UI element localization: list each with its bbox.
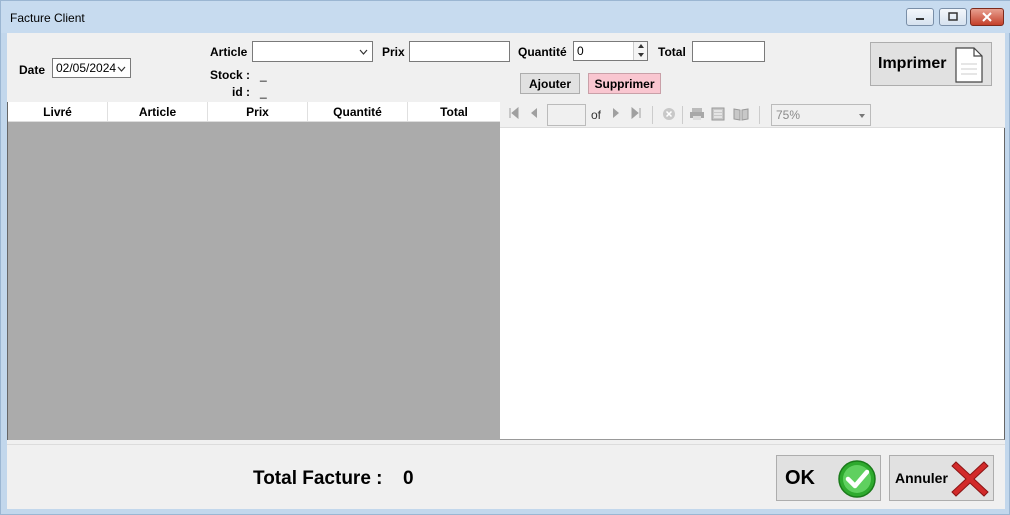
column-header-prix[interactable]: Prix <box>208 102 308 121</box>
of-label: of <box>591 108 602 122</box>
viewer-toolbar: of 75% <box>500 102 1005 128</box>
stepper-buttons[interactable] <box>633 42 647 60</box>
total-facture-label: Total Facture : <box>253 468 383 489</box>
page-setup-icon[interactable] <box>733 107 749 121</box>
chevron-down-icon <box>359 49 368 55</box>
document-icon <box>955 47 983 83</box>
column-header-total[interactable]: Total <box>408 102 501 121</box>
client-area: Date 02/05/2024 Article Prix Quantité 0 … <box>7 33 1005 509</box>
quantite-label: Quantité <box>518 45 567 59</box>
maximize-button[interactable] <box>939 8 967 26</box>
title-bar[interactable]: Facture Client <box>1 1 1010 33</box>
close-button[interactable] <box>970 8 1004 26</box>
toolbar-separator <box>652 106 653 124</box>
stop-icon[interactable] <box>662 107 676 121</box>
stepper-down-icon[interactable] <box>635 51 647 59</box>
date-value: 02/05/2024 <box>56 61 117 75</box>
toolbar-separator <box>759 106 760 124</box>
chevron-down-icon <box>859 114 865 118</box>
total-label: Total <box>658 45 686 59</box>
imprimer-button[interactable]: Imprimer <box>870 42 992 86</box>
stock-value: _ <box>260 68 267 82</box>
grid-header: Livré Article Prix Quantité Total <box>8 102 501 122</box>
annuler-button[interactable]: Annuler <box>889 455 994 501</box>
chevron-down-icon <box>117 66 126 72</box>
article-combo[interactable] <box>252 41 373 62</box>
ok-label: OK <box>785 466 815 489</box>
ok-button[interactable]: OK <box>776 455 881 501</box>
zoom-select[interactable]: 75% <box>771 104 871 126</box>
first-page-icon[interactable] <box>508 107 520 119</box>
date-picker[interactable]: 02/05/2024 <box>52 58 131 78</box>
quantite-stepper[interactable]: 0 <box>573 41 648 61</box>
prix-field[interactable] <box>409 41 510 62</box>
column-header-livre[interactable]: Livré <box>8 102 108 121</box>
zoom-value: 75% <box>776 108 801 122</box>
articles-grid[interactable]: Livré Article Prix Quantité Total <box>7 102 501 440</box>
maximize-icon <box>948 12 958 21</box>
imprimer-label: Imprimer <box>878 55 947 72</box>
ajouter-button[interactable]: Ajouter <box>520 73 580 94</box>
id-value: _ <box>260 85 267 99</box>
print-layout-icon[interactable] <box>711 107 725 121</box>
annuler-label: Annuler <box>895 470 948 486</box>
cancel-x-icon <box>951 461 989 497</box>
quantite-value: 0 <box>577 44 584 58</box>
stepper-up-icon[interactable] <box>635 42 647 50</box>
print-icon[interactable] <box>689 107 705 121</box>
window-title: Facture Client <box>10 11 85 25</box>
checkmark-icon <box>838 460 876 498</box>
previous-page-icon[interactable] <box>528 107 540 119</box>
page-number-input[interactable] <box>547 104 586 126</box>
prix-label: Prix <box>382 45 405 59</box>
minimize-icon <box>916 18 924 20</box>
window: Facture Client Date 02/05/2024 Article P… <box>0 0 1010 515</box>
divider <box>7 444 1005 445</box>
next-page-icon[interactable] <box>610 107 622 119</box>
toolbar-separator <box>682 106 683 124</box>
last-page-icon[interactable] <box>630 107 642 119</box>
total-facture-value: 0 <box>403 468 414 489</box>
supprimer-button[interactable]: Supprimer <box>588 73 661 94</box>
minimize-button[interactable] <box>906 8 934 26</box>
column-header-article[interactable]: Article <box>108 102 208 121</box>
column-header-quantite[interactable]: Quantité <box>308 102 408 121</box>
report-viewer: of 75% <box>500 102 1005 440</box>
stock-label: Stock : <box>210 68 251 82</box>
date-label: Date <box>19 63 46 77</box>
close-icon <box>982 12 992 22</box>
article-label: Article <box>210 45 248 59</box>
total-field[interactable] <box>692 41 765 62</box>
id-label: id : <box>232 85 250 99</box>
